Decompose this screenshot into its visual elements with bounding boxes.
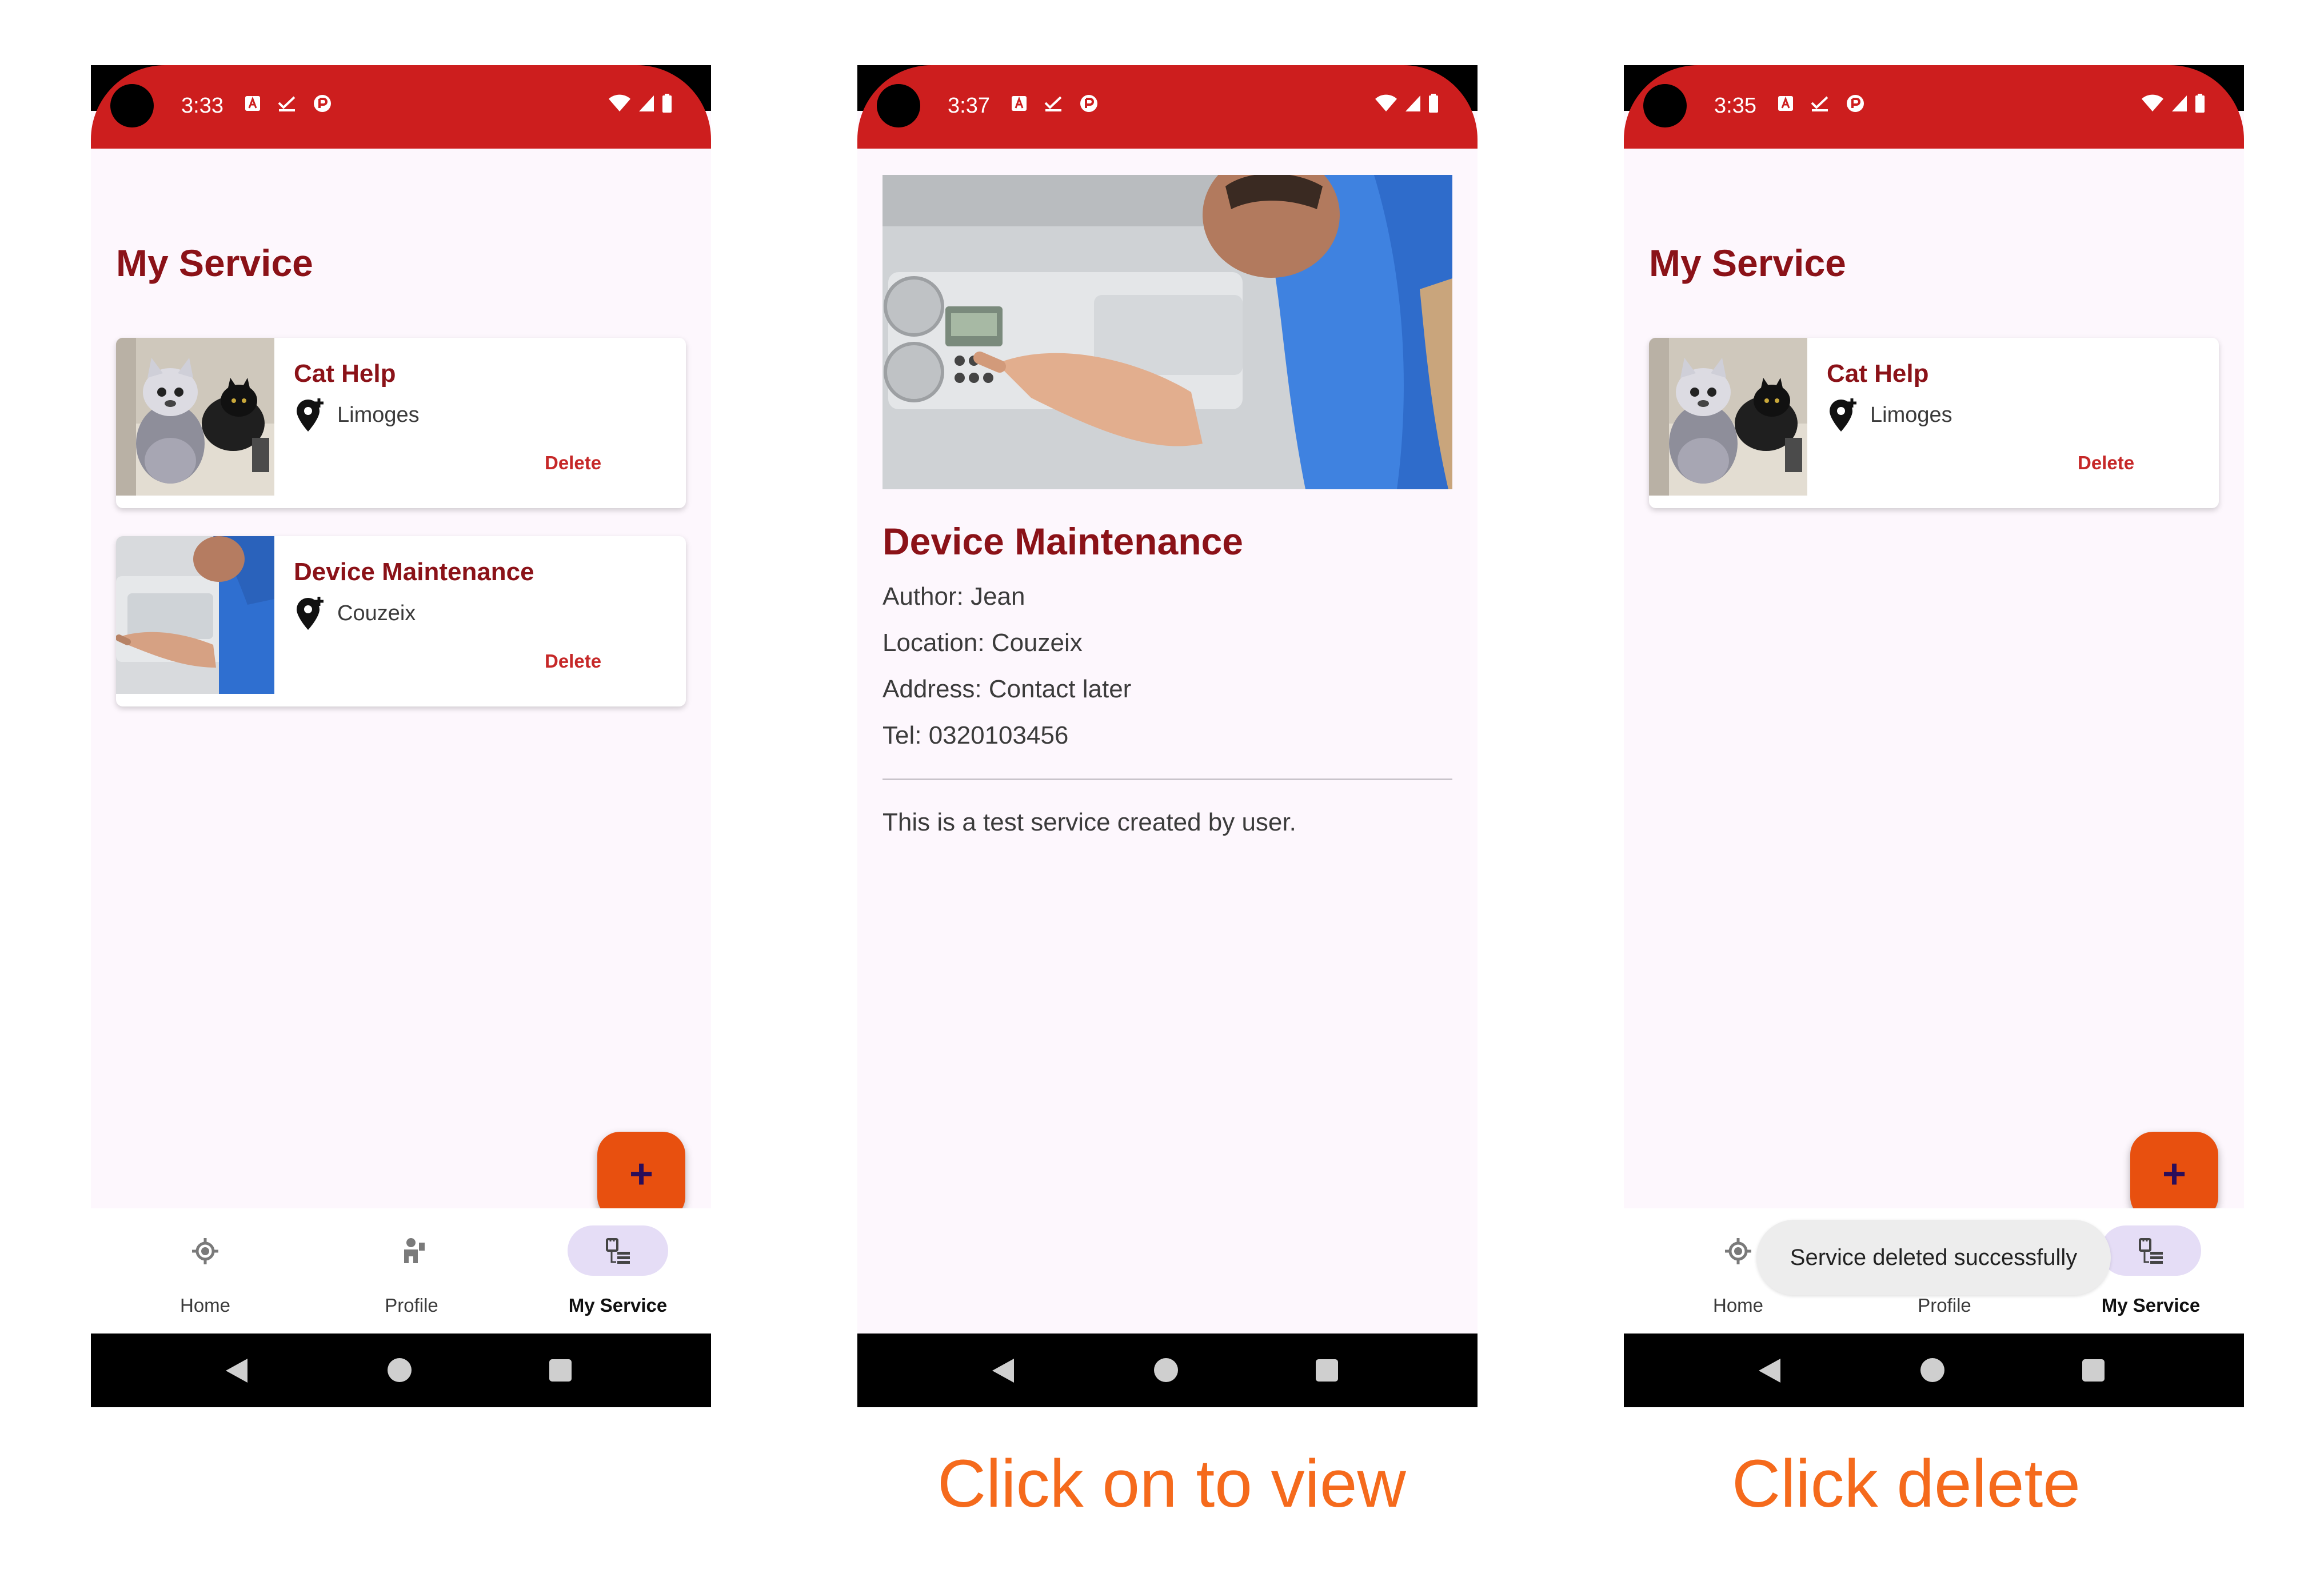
signal-icon — [1405, 95, 1420, 111]
system-icons — [2141, 94, 2205, 113]
service-card-cat-help[interactable]: Cat Help Limoges Delete — [116, 338, 686, 508]
service-list-icon — [2139, 1238, 2163, 1264]
card-location: Limoges — [1870, 403, 1952, 427]
nav-profile[interactable]: Profile — [316, 1225, 487, 1323]
location-pin-add-icon — [1830, 398, 1856, 432]
home-circle-icon[interactable] — [1154, 1358, 1178, 1382]
add-service-button[interactable]: + — [597, 1132, 685, 1220]
checkmark-icon — [278, 96, 296, 111]
app-notification-icon — [314, 95, 331, 112]
caption-view: Click on to view — [937, 1446, 1406, 1522]
recents-square-icon[interactable] — [549, 1359, 572, 1382]
detail-location: Location: Couzeix — [883, 629, 1083, 657]
device-photo-thumbnail — [116, 536, 274, 694]
nav-label-profile: Profile — [1918, 1295, 1971, 1316]
detail-address: Address: Contact later — [883, 675, 1132, 703]
nav-label-my-service: My Service — [2101, 1295, 2201, 1316]
crosshair-icon — [1725, 1238, 1751, 1264]
wifi-icon — [1375, 94, 1397, 111]
nav-home[interactable]: Home — [109, 1225, 281, 1323]
detail-description: This is a test service created by user. — [883, 808, 1296, 836]
status-time: 3:33 — [181, 94, 223, 118]
plus-icon: + — [2162, 1151, 2187, 1197]
status-time: 3:37 — [948, 94, 990, 118]
card-title: Cat Help — [294, 360, 396, 388]
nav-my-service[interactable]: My Service — [522, 1225, 693, 1323]
detail-phone: Tel: 0320103456 — [883, 721, 1069, 749]
delete-button[interactable]: Delete — [545, 452, 601, 474]
home-circle-icon[interactable] — [1920, 1358, 1944, 1382]
phone-screen-my-service: 3:33 My Service Cat Help Limoges Delete … — [91, 65, 711, 1407]
card-location: Couzeix — [337, 601, 416, 625]
recents-square-icon[interactable] — [1316, 1359, 1338, 1382]
system-navigation-bar — [857, 1334, 1478, 1407]
service-card-cat-help[interactable]: Cat Help Limoges Delete — [1649, 338, 2219, 508]
cat-photo-thumbnail — [1649, 338, 1807, 496]
status-time: 3:35 — [1714, 94, 1756, 118]
checkmark-icon — [1044, 96, 1062, 111]
location-pin-add-icon — [297, 597, 324, 630]
caption-delete: Click delete — [1732, 1446, 2081, 1522]
person-icon — [404, 1238, 425, 1263]
plus-icon: + — [629, 1151, 654, 1197]
keyboard-a-icon — [1012, 96, 1027, 111]
nav-label-home: Home — [1712, 1295, 1764, 1316]
bottom-navigation: Home Profile My Service — [91, 1208, 711, 1334]
notification-icons — [244, 94, 332, 113]
page-title: My Service — [1649, 242, 1846, 284]
system-navigation-bar — [91, 1334, 711, 1407]
keyboard-a-icon — [245, 96, 260, 111]
divider — [883, 778, 1452, 780]
phone-screen-after-delete: 3:35 My Service Cat Help Limoges Delete … — [1624, 65, 2244, 1407]
card-location: Limoges — [337, 403, 420, 427]
back-icon[interactable] — [226, 1359, 247, 1383]
location-pin-add-icon — [297, 398, 324, 432]
camera-cutout — [110, 84, 154, 127]
detail-title: Device Maintenance — [883, 520, 1243, 562]
app-notification-icon — [1080, 95, 1097, 112]
battery-icon — [1429, 94, 1438, 113]
nav-label-profile: Profile — [385, 1295, 438, 1316]
service-list-icon — [606, 1238, 630, 1264]
phone-screen-service-detail: 3:37 Device Maintenance Author: Jean Loc… — [857, 65, 1478, 1407]
signal-icon — [639, 95, 654, 111]
signal-icon — [2172, 95, 2187, 111]
back-icon[interactable] — [992, 1359, 1014, 1383]
system-icons — [1375, 94, 1439, 113]
checkmark-icon — [1811, 96, 1828, 111]
delete-button[interactable]: Delete — [2078, 452, 2134, 474]
system-navigation-bar — [1624, 1334, 2244, 1407]
service-card-device-maintenance[interactable]: Device Maintenance Couzeix Delete — [116, 536, 686, 706]
back-icon[interactable] — [1759, 1359, 1780, 1383]
status-bar: 3:37 — [857, 65, 1478, 149]
camera-cutout — [1643, 84, 1687, 127]
app-notification-icon — [1847, 95, 1864, 112]
cat-photo-thumbnail — [116, 338, 274, 496]
wifi-icon — [609, 94, 630, 111]
card-title: Cat Help — [1827, 360, 1929, 388]
battery-icon — [2195, 94, 2205, 113]
status-bar: 3:35 — [1624, 65, 2244, 149]
home-circle-icon[interactable] — [388, 1358, 412, 1382]
keyboard-a-icon — [1778, 96, 1793, 111]
battery-icon — [662, 94, 672, 113]
delete-button[interactable]: Delete — [545, 650, 601, 672]
detail-author: Author: Jean — [883, 582, 1025, 610]
wifi-icon — [2142, 94, 2163, 111]
camera-cutout — [877, 84, 920, 127]
page-title: My Service — [116, 242, 313, 284]
recents-square-icon[interactable] — [2082, 1359, 2105, 1382]
card-title: Device Maintenance — [294, 558, 534, 586]
notification-icons — [1777, 94, 1865, 113]
notification-icons — [1011, 94, 1099, 113]
service-detail-image — [883, 175, 1452, 489]
status-bar: 3:33 — [91, 65, 711, 149]
nav-label-home: Home — [179, 1295, 231, 1316]
toast-message: Service deleted successfully — [1756, 1220, 2111, 1295]
add-service-button[interactable]: + — [2130, 1132, 2218, 1220]
system-icons — [608, 94, 672, 113]
nav-label-my-service: My Service — [568, 1295, 668, 1316]
crosshair-icon — [192, 1238, 218, 1264]
